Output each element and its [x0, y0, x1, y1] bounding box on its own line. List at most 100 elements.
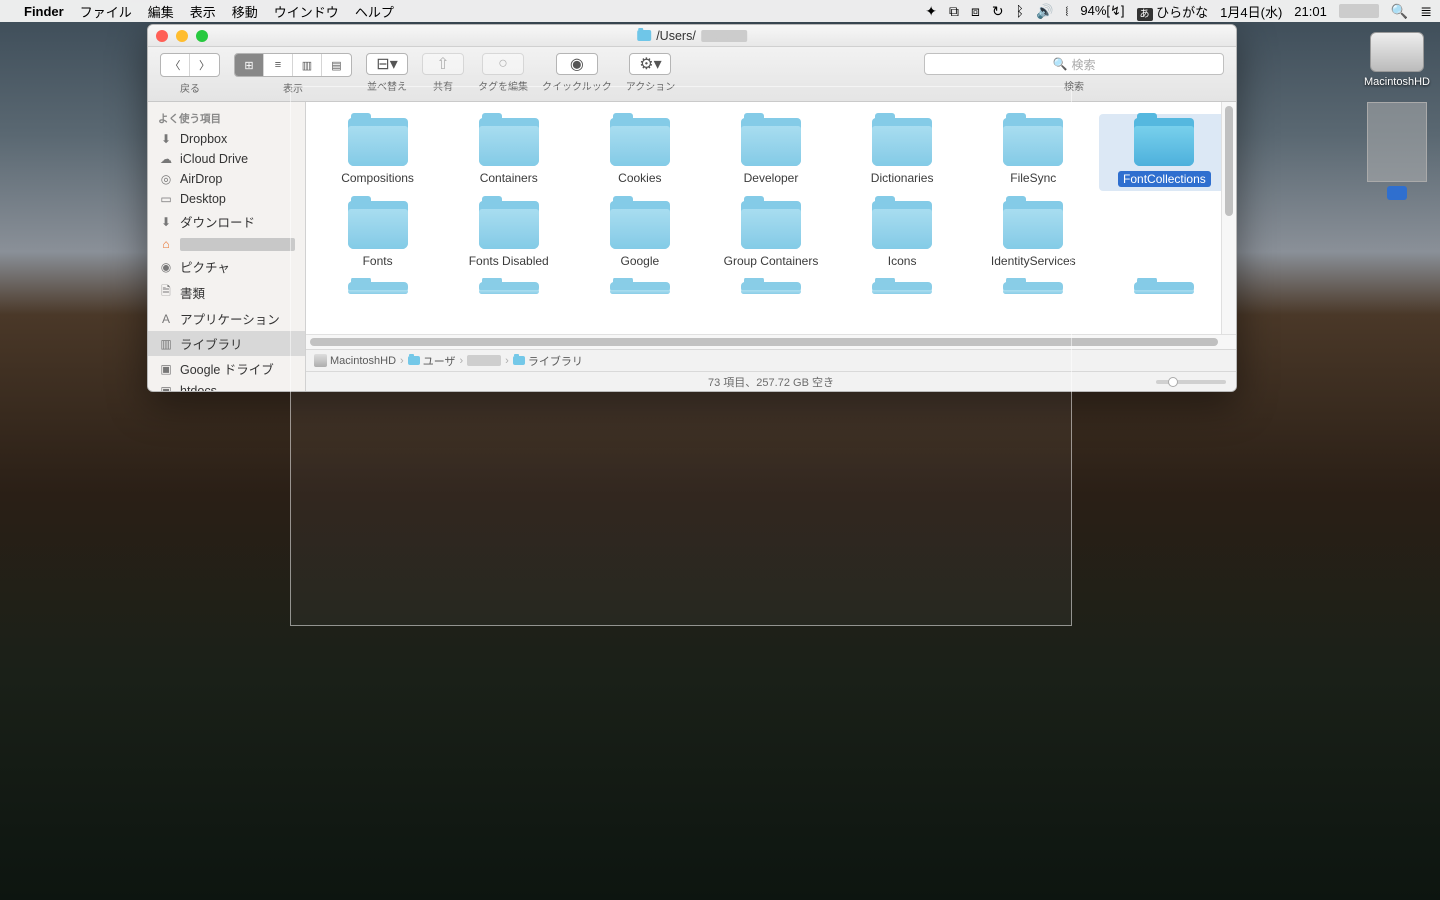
folder-icon: [610, 282, 670, 294]
app-name[interactable]: Finder: [24, 4, 64, 19]
wifi-icon[interactable]: ⧙: [1065, 3, 1068, 20]
desktop-disk[interactable]: MacintoshHD: [1364, 32, 1430, 88]
sidebar-item-アプリケーション[interactable]: Aアプリケーション: [148, 306, 305, 331]
sidebar-item-home[interactable]: ⌂: [148, 234, 305, 254]
sidebar-item-ダウンロード[interactable]: ⬇ダウンロード: [148, 209, 305, 234]
folder-icon: [408, 356, 420, 365]
sidebar-item-ライブラリ[interactable]: ▥ライブラリ: [148, 331, 305, 356]
user-menu[interactable]: [1339, 4, 1379, 18]
path-crumb-users[interactable]: ユーザ: [408, 353, 456, 369]
battery-status[interactable]: 94%[↯]: [1080, 3, 1124, 19]
icon-view[interactable]: CompositionsContainersCookies Developer Di…: [306, 102, 1236, 334]
folder-icon: [479, 201, 539, 249]
list-view-button[interactable]: ≡: [264, 54, 293, 76]
horizontal-scrollbar[interactable]: [306, 334, 1236, 349]
menu-view[interactable]: 表示: [190, 2, 216, 21]
coverflow-view-button[interactable]: ▤: [322, 54, 351, 76]
quicklook-button[interactable]: ◉: [556, 53, 598, 75]
folder-icons[interactable]: Icons: [837, 197, 968, 272]
finder-window: /Users/xxxx 〈 〉 戻る ⊞ ≡ ▥ ▤ 表示 ⊟▾ 並べ替え ⇧ …: [147, 24, 1237, 392]
folder-compositions[interactable]: Compositions: [312, 114, 443, 191]
folder-partial[interactable]: [1099, 278, 1230, 298]
menubar-time[interactable]: 21:01: [1294, 4, 1327, 19]
sidebar-item-label: Google ドライブ: [180, 359, 274, 378]
back-button[interactable]: 〈: [161, 54, 190, 76]
sidebar-item-airdrop[interactable]: ◎AirDrop: [148, 169, 305, 189]
folder-fonts[interactable]: Fonts: [312, 197, 443, 272]
folder-partial[interactable]: [705, 278, 836, 298]
displays-icon[interactable]: ⧉: [949, 3, 959, 20]
share-button[interactable]: ⇧: [422, 53, 464, 75]
folder-cookies[interactable]: Cookies: [574, 114, 705, 191]
folder-label: Developer: [744, 171, 799, 185]
folder-icon: [513, 356, 525, 365]
menu-go[interactable]: 移動: [232, 2, 258, 21]
sidebar-item-icon: A: [158, 312, 174, 326]
folder-containers[interactable]: Containers: [443, 114, 574, 191]
folder-icon: [741, 201, 801, 249]
desktop-item-selected[interactable]: [1367, 102, 1427, 200]
sidebar-item-icon: ▣: [158, 384, 174, 391]
desktop-icons: MacintoshHD: [1364, 32, 1430, 200]
path-crumb-library[interactable]: ライブラリ: [513, 353, 583, 369]
dropbox-icon[interactable]: ⧈: [971, 3, 980, 20]
folder-partial[interactable]: [837, 278, 968, 298]
folder-filesync[interactable]: FileSync: [968, 114, 1099, 191]
vertical-scrollbar[interactable]: [1221, 102, 1236, 334]
menubar-date[interactable]: 1月4日(水): [1220, 2, 1282, 21]
sidebar-item-dropbox[interactable]: ⬇Dropbox: [148, 129, 305, 149]
titlebar[interactable]: /Users/xxxx: [148, 25, 1236, 47]
toolbar: 〈 〉 戻る ⊞ ≡ ▥ ▤ 表示 ⊟▾ 並べ替え ⇧ 共有 ○ タグを編集: [148, 47, 1236, 102]
sidebar-item-icloud-drive[interactable]: ☁iCloud Drive: [148, 149, 305, 169]
sidebar-item-desktop[interactable]: ▭Desktop: [148, 189, 305, 209]
avast-icon[interactable]: ✦: [925, 3, 937, 20]
sidebar-item-label: iCloud Drive: [180, 152, 248, 166]
menu-help[interactable]: ヘルプ: [355, 2, 394, 21]
folder-dictionaries[interactable]: Dictionaries: [837, 114, 968, 191]
path-crumb-user[interactable]: [467, 355, 501, 366]
disk-icon: [1370, 32, 1424, 72]
window-zoom-button[interactable]: [196, 30, 208, 42]
bluetooth-icon[interactable]: ᛒ: [1016, 3, 1024, 19]
icon-view-button[interactable]: ⊞: [235, 54, 264, 76]
path-crumb-disk[interactable]: MacintoshHD: [314, 354, 396, 367]
spotlight-icon[interactable]: 🔍: [1391, 3, 1408, 20]
folder-fontcollections[interactable]: FontCollections: [1099, 114, 1230, 191]
ime-status[interactable]: あ ひらがな: [1137, 2, 1209, 21]
folder-partial[interactable]: [443, 278, 574, 298]
notification-center-icon[interactable]: ≣: [1420, 3, 1432, 20]
folder-partial[interactable]: [968, 278, 1099, 298]
folder-google[interactable]: Google: [574, 197, 705, 272]
menu-file[interactable]: ファイル: [80, 2, 132, 21]
window-minimize-button[interactable]: [176, 30, 188, 42]
sidebar-item-icon: ▥: [158, 337, 174, 351]
sidebar-item-google-ドライブ[interactable]: ▣Google ドライブ: [148, 356, 305, 381]
forward-button[interactable]: 〉: [190, 54, 219, 76]
folder-fonts-disabled[interactable]: Fonts Disabled: [443, 197, 574, 272]
folder-label: Google: [621, 254, 660, 268]
folder-icon: [1003, 282, 1063, 294]
window-close-button[interactable]: [156, 30, 168, 42]
folder-partial[interactable]: [574, 278, 705, 298]
action-button[interactable]: ⚙▾: [629, 53, 671, 75]
sidebar-item-書類[interactable]: 🗎書類: [148, 279, 305, 306]
arrange-button[interactable]: ⊟▾: [366, 53, 408, 75]
search-input[interactable]: 🔍 検索: [924, 53, 1224, 75]
timemachine-icon[interactable]: ↻: [992, 3, 1004, 20]
column-view-button[interactable]: ▥: [293, 54, 322, 76]
tags-button[interactable]: ○: [482, 53, 524, 75]
icon-size-slider[interactable]: [1156, 380, 1226, 384]
sidebar-item-ピクチャ[interactable]: ◉ピクチャ: [148, 254, 305, 279]
menu-window[interactable]: ウインドウ: [274, 2, 339, 21]
folder-partial[interactable]: [312, 278, 443, 298]
folder-developer[interactable]: Developer: [705, 114, 836, 191]
scroll-thumb[interactable]: [1225, 106, 1233, 216]
folder-label: IdentityServices: [991, 254, 1076, 268]
volume-icon[interactable]: 🔊: [1036, 3, 1053, 20]
menu-edit[interactable]: 編集: [148, 2, 174, 21]
folder-group-containers[interactable]: Group Containers: [705, 197, 836, 272]
sidebar-item-htdocs[interactable]: ▣htdocs: [148, 381, 305, 391]
folder-identityservices[interactable]: IdentityServices: [968, 197, 1099, 272]
folder-icon: [741, 118, 801, 166]
sidebar-item-label: Desktop: [180, 192, 226, 206]
